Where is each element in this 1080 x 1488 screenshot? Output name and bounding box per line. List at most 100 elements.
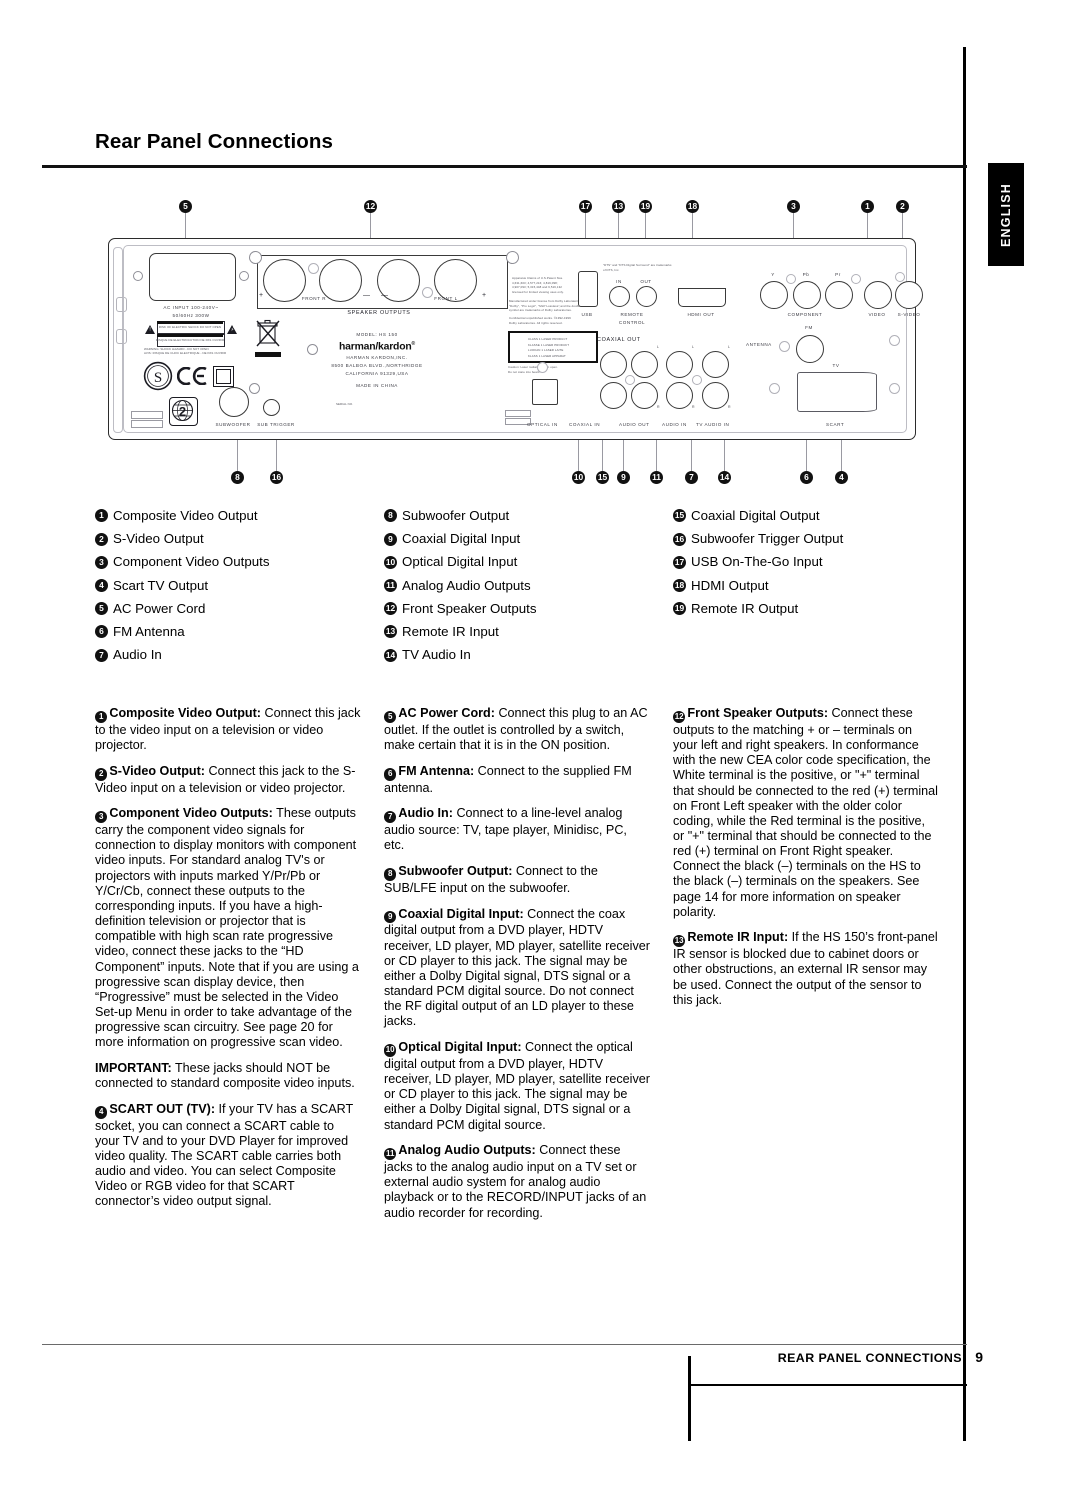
callout-14: 14 [718,471,731,484]
legend-column-3: 15 Coaxial Digital Output 16 Subwoofer Trig… [673,508,843,624]
legend-item-label: USB On-The-Go Input [691,554,823,570]
scart-label: SCART [826,422,845,427]
dts-line-2: of DTS, Inc. [603,267,620,272]
class-ii-icon [213,366,234,387]
legend-item-number: 9 [384,532,397,546]
legend-item-number: 12 [384,602,397,616]
optical-in-port [532,379,558,405]
right-margin-rule [963,47,966,1441]
callout-7: 7 [685,471,698,484]
warning-triangle-icon: ! [145,325,155,334]
usb-port [578,271,598,307]
legend-item-number: 13 [384,625,397,639]
body-paragraph-number: 1 [95,710,108,723]
optical-in-label: OPTICAL IN [527,422,558,427]
sub-trigger-jack [263,399,280,416]
panel-screw [537,362,548,373]
laser-caution-1: Caution: Laser radiation when open. [508,365,558,369]
caution-title-bar [157,321,223,325]
address-line-2: CALIFORNIA 91329,USA [345,371,409,376]
laser-line-4: KLASS 1 LASER APPARAT [528,353,566,358]
body-paragraph-number: 5 [384,710,397,723]
attention-body: RISQUE DE ELECTROCUTION NE PAS OUVRIR [155,338,225,342]
component-y-jack [760,281,788,309]
legend-item-number: 17 [673,555,686,569]
remote-in-jack [609,286,630,307]
component-pb-label: Pb [802,272,810,277]
remote-out-jack [636,286,657,307]
legend-item-number: 4 [95,578,108,592]
polarity-minus-2: — [381,292,389,299]
component-y-label: Y [771,272,775,277]
polarity-minus-1: — [363,292,371,299]
legend-item-label: Subwoofer Trigger Output [691,531,844,547]
legend-item-number: 6 [95,625,108,639]
legend-item: 10 Optical Digital Input [384,554,537,569]
legend-item: 14 TV Audio In [384,647,537,662]
body-paragraph-title: Composite Video Output: [109,706,261,720]
coaxial-in-jack [600,382,627,409]
audio-out-r-jack [631,382,658,409]
laser-class-box: CLASS 1 LASER PRODUCT KLASSE 1 LASER PRO… [508,331,598,363]
legend-item-number: 7 [95,648,108,662]
serial-label: SERIAL NO. [336,402,354,406]
legend-item: 6 FM Antenna [95,624,269,639]
body-column-1: 1 Composite Video Output: Connect this ja… [95,706,361,1220]
legend-item: 2 S-Video Output [95,531,269,546]
exclamation-glyph: ! [149,327,151,333]
audio-in-l-jack [666,351,693,378]
weee-bar [255,352,281,357]
panel-screw [895,272,905,282]
language-tab: ENGLISH [988,163,1024,266]
footer-divider [42,1344,967,1345]
body-paragraph: 9 Coaxial Digital Input: Connect the coax… [384,907,650,1030]
ground-screw [249,251,262,264]
body-paragraph-number: 6 [384,768,397,781]
component-pb-jack [793,281,821,309]
remote-out-label: OUT [640,279,652,284]
legend-item: 11 Analog Audio Outputs [384,578,537,593]
callout-5: 5 [179,200,192,213]
footer-vertical-rule [688,1356,691,1441]
body-paragraph-number: 7 [384,810,397,824]
legend-item: 3 Component Video Outputs [95,554,269,569]
body-paragraph-title: Front Speaker Outputs: [687,706,829,720]
language-tab-label: ENGLISH [999,182,1013,247]
dolby-line-3: symbol are trademarks of Dolby Laborator… [509,308,572,312]
lightning-glyph: ⚡ [230,327,235,333]
body-paragraph-text: Connect these outputs to the matching + … [673,706,938,919]
s-mark-icon: S [143,361,173,391]
component-pr-jack [825,281,853,309]
body-paragraph-number: 12 [673,710,686,723]
front-l-label: FRONT L [434,296,458,301]
audio-in-label: AUDIO IN [662,422,687,427]
rear-panel-diagram: 5 12 17 13 19 18 3 1 2 8 16 10 15 9 11 7… [100,190,923,495]
body-paragraph-title: Remote IR Input: [687,930,789,945]
body-paragraph-title: Subwoofer Output: [398,863,513,878]
body-paragraph-number: 9 [384,911,397,924]
legend-item-number: 5 [95,602,108,616]
body-paragraph-number: 4 [95,1106,108,1119]
remote-in-label: IN [616,279,622,284]
ac-input-label: AC INPUT 100-240V~ [163,305,219,310]
weee-bin-icon [256,319,280,347]
region-code-icon: 2 [169,397,198,426]
callout-6: 6 [800,471,813,484]
callout-9: 9 [617,471,630,484]
legend-item: 19 Remote IR Output [673,601,843,616]
callout-lead [185,213,186,241]
brand-name: harman/kardon [339,341,412,353]
made-in-label: MADE IN CHINA [356,383,398,388]
remote-control-label-2: CONTROL [618,320,646,325]
terminal-screw [422,287,433,298]
title-divider [42,165,967,168]
vent-slot [131,420,163,428]
footer-bottom-rule [691,1384,967,1387]
s-video-jack [895,281,923,309]
video-jack [864,281,892,309]
callout-8: 8 [231,471,244,484]
caution-body: RISK OF ELECTRIC SHOCK DO NOT OPEN [158,325,222,329]
usb-label: USB [581,312,593,317]
coaxial-in-label: COAXIAL IN [569,422,601,427]
legend-item-label: Coaxial Digital Input [402,531,521,547]
